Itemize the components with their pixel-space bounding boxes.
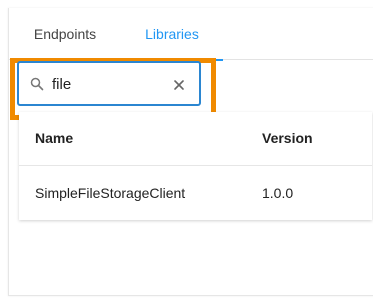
library-name-cell: SimpleFileStorageClient: [35, 185, 186, 201]
search-icon: [30, 77, 44, 91]
table-header: Name Version: [19, 112, 372, 166]
search-input[interactable]: [52, 72, 162, 96]
tab-libraries-label: Libraries: [145, 26, 199, 42]
close-icon[interactable]: [171, 77, 187, 93]
table-row[interactable]: SimpleFileStorageClient 1.0.0: [19, 166, 372, 220]
tab-bar: Endpoints Libraries: [9, 8, 373, 61]
column-header-name[interactable]: Name: [35, 130, 73, 146]
libraries-table: Name Version SimpleFileStorageClient 1.0…: [19, 112, 372, 220]
column-header-version[interactable]: Version: [262, 130, 313, 146]
library-version-cell: 1.0.0: [262, 185, 294, 201]
tab-libraries[interactable]: Libraries: [121, 8, 223, 61]
tab-endpoints[interactable]: Endpoints: [9, 8, 121, 60]
search-field[interactable]: [17, 61, 201, 106]
tab-endpoints-label: Endpoints: [33, 26, 97, 42]
